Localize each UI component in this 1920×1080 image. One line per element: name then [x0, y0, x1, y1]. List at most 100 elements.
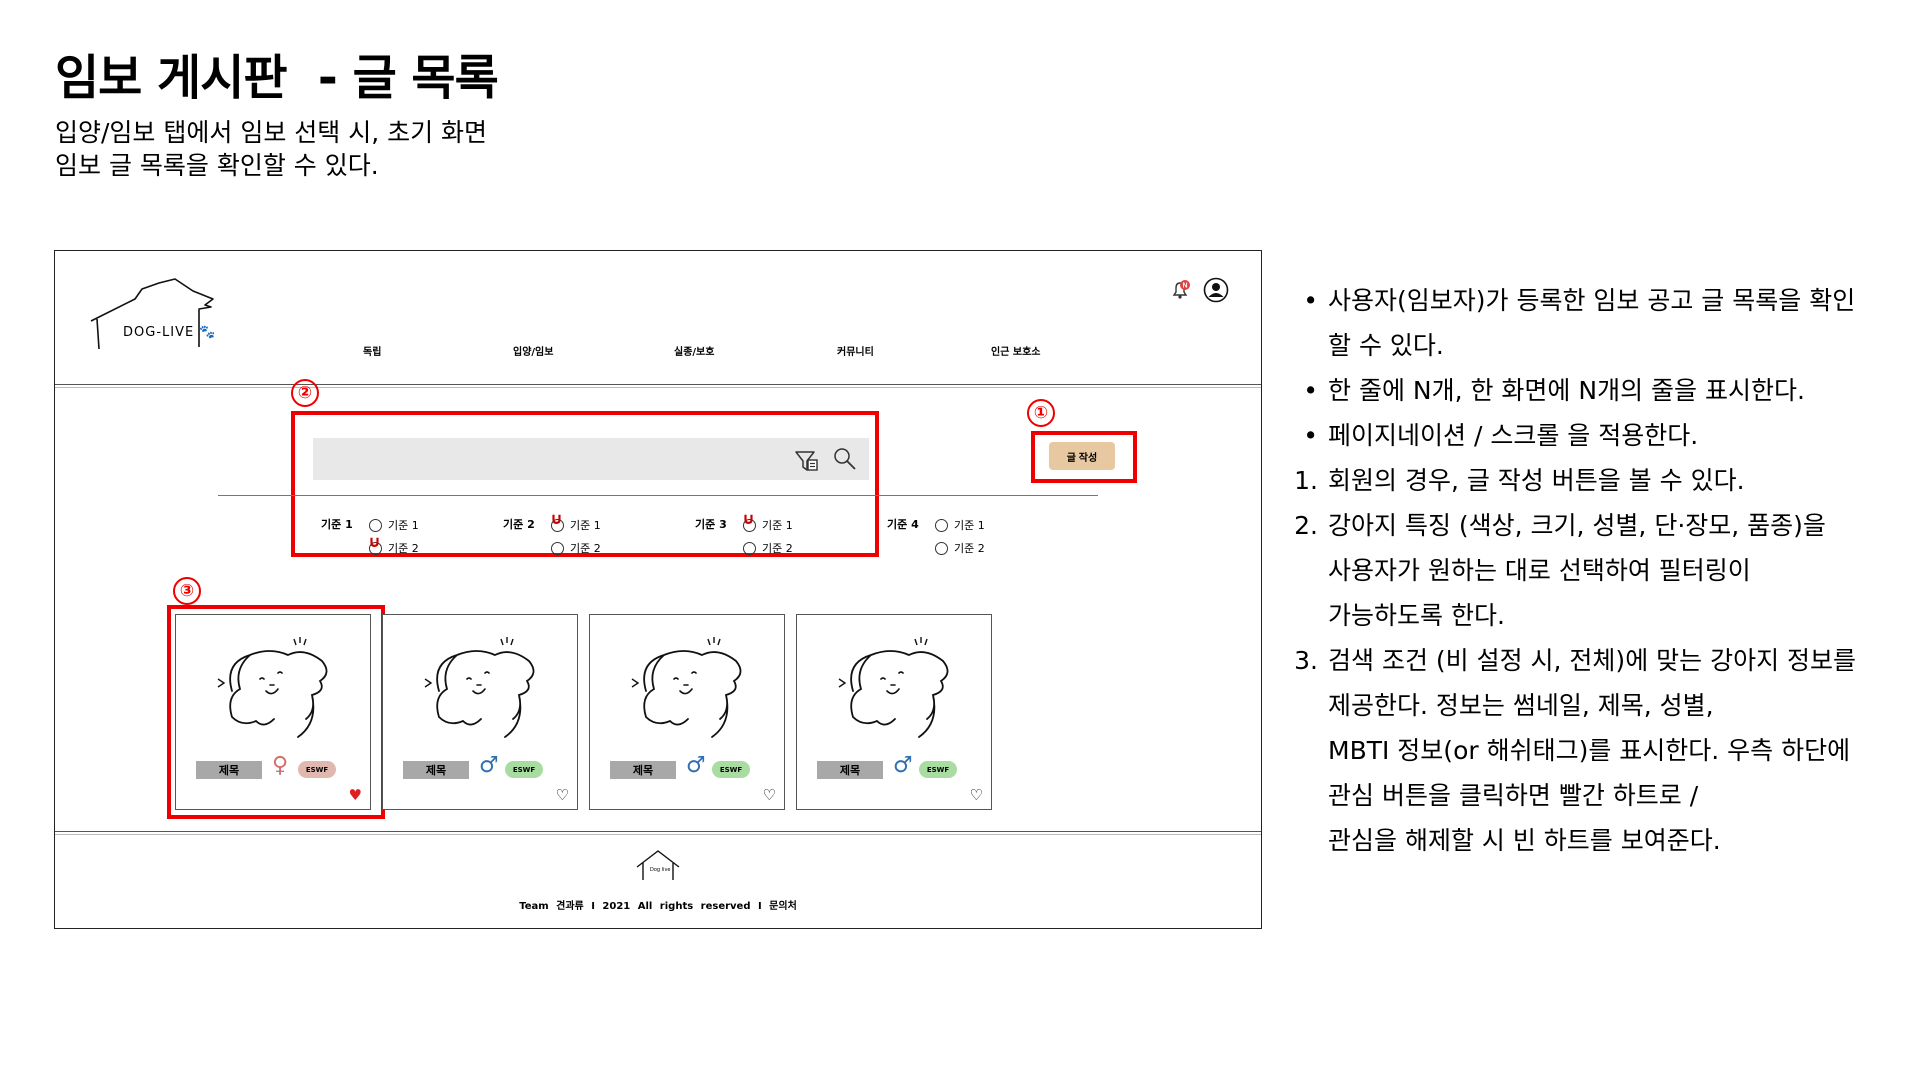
number-marker: 3.	[1294, 646, 1318, 675]
radio-button[interactable]	[935, 518, 948, 532]
mbti-tag: ESWF	[505, 761, 543, 778]
criteria-1-option-2[interactable]: ∪ 기준 2	[368, 533, 419, 556]
logo-text[interactable]: DOG-LIVE 🐾	[123, 325, 217, 340]
write-post-button[interactable]: 글 작성	[1049, 442, 1115, 470]
criteria-2-option-1[interactable]: ∪ 기준 1	[550, 510, 601, 533]
paw-icon: 🐾	[199, 325, 217, 340]
footer-copyright: Team 견과류 I 2021 All rights reserved I 문의…	[519, 901, 797, 912]
description-line: 임보 글 목록을 확인할 수 있다.	[55, 151, 379, 180]
post-card[interactable]: 제목 ♀ ESWF ♥	[175, 614, 371, 810]
criteria-label-4: 기준 4	[887, 518, 919, 531]
feature-description-list: • 사용자(임보자)가 등록한 임보 공고 글 목록을 확인 할 수 있다. •…	[1290, 278, 1915, 863]
search-icon[interactable]	[831, 445, 859, 473]
radio-button[interactable]	[743, 541, 756, 555]
mbti-tag: ESWF	[919, 761, 957, 778]
nav-item-adoption[interactable]: 입양/임보	[513, 343, 553, 358]
page-description: 입양/임보 탭에서 임보 선택 시, 초기 화면 임보 글 목록을 확인할 수 …	[55, 116, 487, 182]
female-gender-icon: ♀	[272, 753, 289, 778]
number-marker: 2.	[1294, 511, 1318, 540]
heart-outline-icon[interactable]: ♡	[763, 788, 776, 803]
number-marker: 1.	[1294, 466, 1318, 495]
numbered-line: 제공한다. 정보는 썸네일, 제목, 성별,	[1328, 691, 1714, 720]
footer-logo-text: Dog live	[650, 867, 671, 873]
card-title: 제목	[196, 761, 262, 779]
nav-item-missing[interactable]: 실종/보호	[674, 343, 714, 358]
numbered-line: 사용자가 원하는 대로 선택하여 필터링이	[1328, 556, 1751, 585]
numbered-item: 3. 검색 조건 (비 설정 시, 전체)에 맞는 강아지 정보를 제공한다. …	[1290, 638, 1915, 863]
criteria-label-3: 기준 3	[695, 518, 727, 531]
radio-button[interactable]	[935, 541, 948, 555]
bullet-item: • 사용자(임보자)가 등록한 임보 공고 글 목록을 확인 할 수 있다.	[1290, 278, 1915, 368]
footer-divider	[55, 831, 1261, 832]
check-mark-icon: ∪	[742, 508, 755, 528]
bullet-marker: •	[1303, 421, 1318, 450]
header-divider-shadow	[55, 387, 1261, 388]
dog-thumbnail-image	[838, 637, 949, 738]
post-card[interactable]: 제목 ♂ ESWF ♡	[589, 614, 785, 810]
radio-button[interactable]	[369, 518, 382, 532]
numbered-line: MBTI 정보(or 해쉬태그)를 표시한다. 우측 하단에	[1328, 736, 1851, 765]
dog-thumbnail-image	[217, 637, 328, 738]
criteria-2-option-2[interactable]: 기준 2	[551, 540, 601, 556]
numbered-line: 가능하도록 한다.	[1328, 601, 1505, 630]
criteria-label-2: 기준 2	[503, 518, 535, 531]
check-mark-icon: ∪	[550, 508, 563, 528]
nav-item-independence[interactable]: 독립	[363, 343, 381, 358]
radio-button[interactable]	[551, 541, 564, 555]
dog-thumbnail-image	[631, 637, 742, 738]
bullet-marker: •	[1303, 376, 1318, 405]
footer-house-logo-icon	[636, 850, 680, 880]
profile-icon[interactable]	[1203, 277, 1229, 303]
bullet-marker: •	[1303, 286, 1318, 315]
criteria-3-option-2[interactable]: 기준 2	[743, 540, 793, 556]
mbti-tag: ESWF	[298, 761, 336, 778]
criteria-1-option-1[interactable]: 기준 1	[369, 517, 419, 533]
bullet-item: • 한 줄에 N개, 한 화면에 N개의 줄을 표시한다.	[1290, 368, 1915, 413]
header-divider	[55, 384, 1261, 385]
nav-item-community[interactable]: 커뮤니티	[837, 343, 874, 358]
filter-icon[interactable]	[793, 446, 821, 474]
card-title: 제목	[817, 761, 883, 779]
heart-filled-icon[interactable]: ♥	[349, 788, 362, 803]
search-input[interactable]	[313, 438, 869, 480]
post-card[interactable]: 제목 ♂ ESWF ♡	[382, 614, 578, 810]
bullet-line: 페이지네이션 / 스크롤 을 적용한다.	[1328, 421, 1699, 450]
notification-bell-icon[interactable]: N	[1169, 279, 1191, 301]
mbti-tag: ESWF	[712, 761, 750, 778]
numbered-item: 2. 강아지 특징 (색상, 크기, 성별, 단·장모, 품종)을 사용자가 원…	[1290, 503, 1915, 638]
criteria-3-option-1[interactable]: ∪ 기준 1	[742, 510, 793, 533]
check-mark-icon: ∪	[368, 531, 381, 551]
numbered-line: 강아지 특징 (색상, 크기, 성별, 단·장모, 품종)을	[1328, 511, 1826, 540]
criteria-4-option-2[interactable]: 기준 2	[935, 540, 985, 556]
numbered-line: 관심을 해제할 시 빈 하트를 보여준다.	[1328, 826, 1721, 855]
criteria-label-1: 기준 1	[321, 518, 353, 531]
nav-item-shelter[interactable]: 인근 보호소	[991, 343, 1040, 358]
bullet-line: 할 수 있다.	[1328, 331, 1444, 360]
svg-text:N: N	[1182, 283, 1187, 290]
bullet-line: 한 줄에 N개, 한 화면에 N개의 줄을 표시한다.	[1328, 376, 1805, 405]
annotation-number-3: ③	[173, 577, 201, 605]
card-title: 제목	[610, 761, 676, 779]
numbered-line: 관심 버튼을 클릭하면 빨간 하트로 /	[1328, 781, 1699, 810]
bullet-line: 사용자(임보자)가 등록한 임보 공고 글 목록을 확인	[1328, 286, 1856, 315]
description-line: 입양/임보 탭에서 임보 선택 시, 초기 화면	[55, 118, 488, 147]
numbered-item: 1. 회원의 경우, 글 작성 버튼을 볼 수 있다.	[1290, 458, 1915, 503]
male-gender-icon: ♂	[479, 753, 499, 778]
radio-button-checked[interactable]: ∪	[742, 510, 756, 532]
post-card[interactable]: 제목 ♂ ESWF ♡	[796, 614, 992, 810]
heart-outline-icon[interactable]: ♡	[556, 788, 569, 803]
male-gender-icon: ♂	[893, 753, 913, 778]
dog-thumbnail-image	[424, 637, 535, 738]
page-title: 임보 게시판 - 글 목록	[55, 50, 499, 106]
bullet-item: • 페이지네이션 / 스크롤 을 적용한다.	[1290, 413, 1915, 458]
radio-button-checked[interactable]: ∪	[550, 510, 564, 532]
radio-button-checked[interactable]: ∪	[368, 533, 382, 555]
search-divider	[218, 495, 1098, 496]
wireframe-screen: DOG-LIVE 🐾 독립 입양/임보 실종/보호 커뮤니티 인근 보호소 N …	[54, 250, 1262, 929]
numbered-line: 검색 조건 (비 설정 시, 전체)에 맞는 강아지 정보를	[1328, 646, 1857, 675]
criteria-4-option-1[interactable]: 기준 1	[935, 517, 985, 533]
annotation-number-1: ①	[1027, 399, 1055, 427]
heart-outline-icon[interactable]: ♡	[970, 788, 983, 803]
male-gender-icon: ♂	[686, 753, 706, 778]
card-title: 제목	[403, 761, 469, 779]
